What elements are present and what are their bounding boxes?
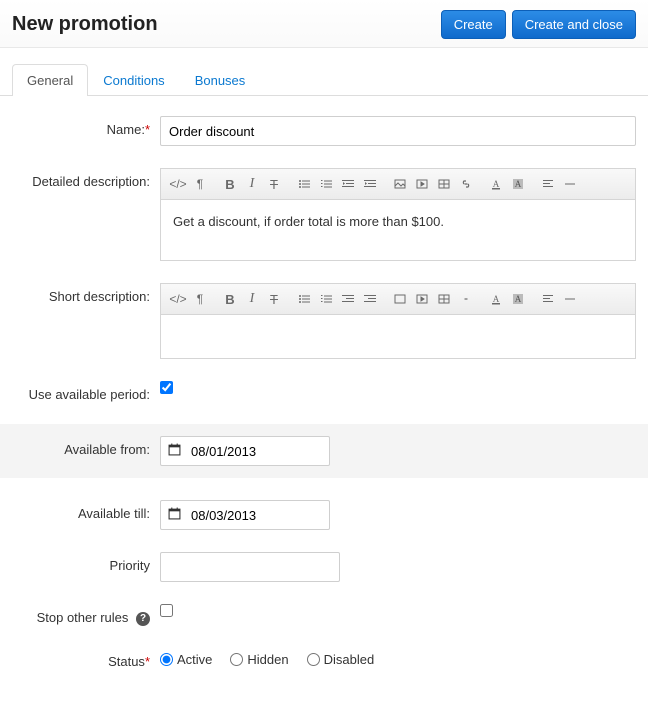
detailed-desc-content[interactable]: Get a discount, if order total is more t… — [161, 200, 635, 260]
tab-general[interactable]: General — [12, 64, 88, 96]
rte-paragraph-icon[interactable]: ¶ — [189, 173, 211, 195]
promotion-form: Name:* Detailed description: </> ¶ B I T — [0, 96, 648, 721]
rte-fontcolor-icon[interactable]: A — [485, 288, 507, 310]
svg-text:A: A — [493, 294, 500, 304]
row-stop-other-rules: Stop other rules ? — [12, 604, 636, 626]
rte-code-icon[interactable]: </> — [167, 288, 189, 310]
rte-toolbar: </> ¶ B I T — [161, 169, 635, 200]
rte-outdent-icon[interactable] — [337, 173, 359, 195]
status-option-hidden[interactable]: Hidden — [230, 652, 288, 667]
available-till-label: Available till: — [12, 500, 160, 521]
rte-bold-icon[interactable]: B — [219, 288, 241, 310]
priority-input[interactable] — [160, 552, 340, 582]
rte-bgcolor-icon[interactable]: A — [507, 173, 529, 195]
row-detailed-description: Detailed description: </> ¶ B I T — [12, 168, 636, 261]
row-priority: Priority — [12, 552, 636, 582]
row-use-period: Use available period: — [12, 381, 636, 402]
rte-table-icon[interactable] — [433, 288, 455, 310]
short-desc-editor: </> ¶ B I T — [160, 283, 636, 359]
rte-strike-icon[interactable]: T — [263, 173, 285, 195]
status-radio-group: Active Hidden Disabled — [160, 648, 636, 667]
rte-table-icon[interactable] — [433, 173, 455, 195]
rte-indent-icon[interactable] — [359, 173, 381, 195]
svg-text:A: A — [515, 294, 522, 304]
rte-ul-icon[interactable] — [293, 173, 315, 195]
page-header: New promotion Create Create and close — [0, 0, 648, 48]
status-option-disabled[interactable]: Disabled — [307, 652, 375, 667]
rte-link-icon[interactable] — [455, 173, 477, 195]
available-till-input[interactable] — [160, 500, 330, 530]
available-from-input[interactable] — [160, 436, 330, 466]
detailed-desc-editor: </> ¶ B I T — [160, 168, 636, 261]
rte-ol-icon[interactable] — [315, 173, 337, 195]
priority-label: Priority — [12, 552, 160, 573]
short-desc-content[interactable] — [161, 315, 635, 358]
rte-image-icon[interactable] — [389, 288, 411, 310]
status-option-active[interactable]: Active — [160, 652, 212, 667]
create-button[interactable]: Create — [441, 10, 506, 39]
stop-rules-label: Stop other rules ? — [12, 604, 160, 626]
page-title: New promotion — [12, 13, 158, 36]
rte-italic-icon[interactable]: I — [241, 173, 263, 195]
rte-fontcolor-icon[interactable]: A — [485, 173, 507, 195]
help-icon[interactable]: ? — [136, 612, 150, 626]
rte-outdent-icon[interactable] — [337, 288, 359, 310]
create-and-close-button[interactable]: Create and close — [512, 10, 636, 39]
tabs-nav: General Conditions Bonuses — [0, 48, 648, 96]
rte-image-icon[interactable] — [389, 173, 411, 195]
rte-hr-icon[interactable] — [559, 173, 581, 195]
rte-code-icon[interactable]: </> — [167, 173, 189, 195]
rte-bold-icon[interactable]: B — [219, 173, 241, 195]
row-name: Name:* — [12, 116, 636, 146]
rte-video-icon[interactable] — [411, 288, 433, 310]
rte-italic-icon[interactable]: I — [241, 288, 263, 310]
header-actions: Create Create and close — [441, 10, 636, 39]
available-from-label: Available from: — [12, 436, 160, 457]
rte-bgcolor-icon[interactable]: A — [507, 288, 529, 310]
row-available-till: Available till: — [12, 500, 636, 530]
use-period-checkbox[interactable] — [160, 381, 173, 394]
tab-bonuses[interactable]: Bonuses — [180, 64, 261, 96]
rte-paragraph-icon[interactable]: ¶ — [189, 288, 211, 310]
svg-text:A: A — [493, 179, 500, 189]
rte-indent-icon[interactable] — [359, 288, 381, 310]
short-desc-label: Short description: — [12, 283, 160, 304]
rte-strike-icon[interactable]: T — [263, 288, 285, 310]
row-status: Status* Active Hidden Disabled — [12, 648, 636, 669]
use-period-label: Use available period: — [12, 381, 160, 402]
calendar-icon — [168, 507, 181, 523]
name-input[interactable] — [160, 116, 636, 146]
name-label: Name:* — [12, 116, 160, 137]
detailed-desc-label: Detailed description: — [12, 168, 160, 189]
rte-align-icon[interactable] — [537, 173, 559, 195]
svg-text:A: A — [515, 179, 522, 189]
rte-ol-icon[interactable] — [315, 288, 337, 310]
rte-align-icon[interactable] — [537, 288, 559, 310]
rte-video-icon[interactable] — [411, 173, 433, 195]
row-available-from: Available from: — [0, 424, 648, 478]
rte-ul-icon[interactable] — [293, 288, 315, 310]
rte-hr-icon[interactable] — [559, 288, 581, 310]
calendar-icon — [168, 443, 181, 459]
row-short-description: Short description: </> ¶ B I T — [12, 283, 636, 359]
rte-toolbar-short: </> ¶ B I T — [161, 284, 635, 315]
stop-rules-checkbox[interactable] — [160, 604, 173, 617]
status-label: Status* — [12, 648, 160, 669]
tab-conditions[interactable]: Conditions — [88, 64, 179, 96]
rte-link-icon[interactable] — [455, 288, 477, 310]
